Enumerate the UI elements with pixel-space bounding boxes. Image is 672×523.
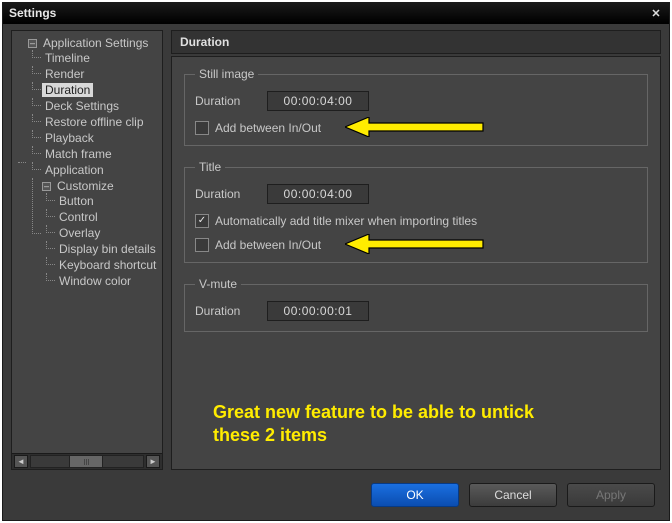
tree-item-keyboard[interactable]: Keyboard shortcut [56,258,159,272]
scroll-right-arrow-icon[interactable]: ► [146,455,160,468]
tree-item-window-color[interactable]: Window color [56,274,134,288]
still-add-between-label: Add between In/Out [215,121,321,135]
scroll-thumb[interactable] [69,455,103,468]
tree-item-render[interactable]: Render [42,67,87,81]
legend-vmute: V-mute [195,277,241,291]
group-title: Title Duration 00:00:04:00 ✓ Automatical… [184,160,648,263]
still-add-between-checkbox[interactable]: Add between In/Out [195,121,637,135]
group-still-image: Still image Duration 00:00:04:00 Add bet… [184,67,648,146]
tree-h-scrollbar[interactable]: ◄ ► [12,453,162,469]
tree-item-control[interactable]: Control [56,210,101,224]
tree-item-button[interactable]: Button [56,194,97,208]
annotation-arrow-1 [345,117,485,137]
legend-title: Title [195,160,225,174]
title-duration-label: Duration [195,187,255,201]
main-row: –Application Settings Timeline Render Du… [11,30,661,470]
title-add-between-checkbox[interactable]: Add between In/Out [195,238,637,252]
tree-item-timeline[interactable]: Timeline [42,51,93,65]
still-duration-label: Duration [195,94,255,108]
checkbox-icon [195,238,209,252]
vmute-duration-label: Duration [195,304,255,318]
title-add-between-label: Add between In/Out [215,238,321,252]
still-duration-value[interactable]: 00:00:04:00 [267,91,369,111]
dialog-body: –Application Settings Timeline Render Du… [3,24,669,520]
checkbox-icon-checked: ✓ [195,214,209,228]
checkbox-icon [195,121,209,135]
content-panel: Duration Still image Duration 00:00:04:0… [171,30,661,470]
tree-item-customize[interactable]: Customize [54,179,117,193]
tree-item-restore-offline[interactable]: Restore offline clip [42,115,147,129]
tree-item-deck-settings[interactable]: Deck Settings [42,99,122,113]
tree-item-display-bin[interactable]: Display bin details [56,242,159,256]
annotation-arrow-2 [345,234,485,254]
panel-body: Still image Duration 00:00:04:00 Add bet… [171,56,661,470]
tree-item-match-frame[interactable]: Match frame [42,147,115,161]
nav-tree[interactable]: –Application Settings Timeline Render Du… [12,31,162,453]
button-bar: OK Cancel Apply [11,470,661,512]
ok-button[interactable]: OK [371,483,459,507]
titlebar: Settings ✕ [3,3,669,24]
apply-button[interactable]: Apply [567,483,655,507]
title-auto-add-checkbox[interactable]: ✓ Automatically add title mixer when imp… [195,214,637,228]
window-title: Settings [9,6,56,20]
tree-item-playback[interactable]: Playback [42,131,97,145]
nav-tree-panel: –Application Settings Timeline Render Du… [11,30,163,470]
tree-item-overlay[interactable]: Overlay [56,226,103,240]
tree-item-application-settings[interactable]: Application Settings [40,36,151,50]
panel-title: Duration [171,30,661,54]
settings-window: Settings ✕ –Application Settings Timelin… [2,2,670,521]
vmute-duration-value[interactable]: 00:00:00:01 [267,301,369,321]
tree-item-duration[interactable]: Duration [42,83,93,97]
title-duration-value[interactable]: 00:00:04:00 [267,184,369,204]
title-auto-add-label: Automatically add title mixer when impor… [215,214,477,228]
tree-item-application[interactable]: Application [42,163,107,177]
group-vmute: V-mute Duration 00:00:00:01 [184,277,648,332]
tree-expander-app[interactable]: – [28,39,37,48]
close-button[interactable]: ✕ [647,6,665,20]
tree-expander-customize[interactable]: – [42,182,51,191]
cancel-button[interactable]: Cancel [469,483,557,507]
scroll-left-arrow-icon[interactable]: ◄ [14,455,28,468]
scroll-track[interactable] [30,455,144,468]
close-icon: ✕ [651,7,660,20]
legend-still-image: Still image [195,67,258,81]
